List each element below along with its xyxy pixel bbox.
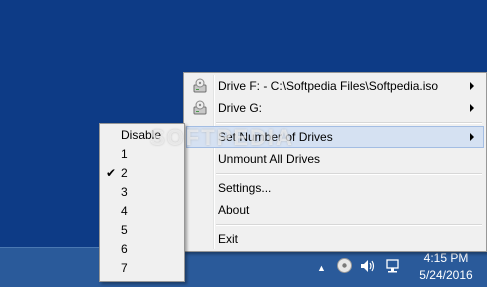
menu-item-label: Drive F: - C:\Softpedia Files\Softpedia.… xyxy=(218,79,439,93)
checkmark-icon: ✔ xyxy=(106,166,117,180)
menu-separator xyxy=(216,173,482,175)
volume-icon[interactable] xyxy=(360,259,376,273)
menu-separator xyxy=(216,224,482,226)
menu-item-set-number-of-drives[interactable]: Set Number of Drives xyxy=(186,126,484,148)
submenu-item-label: 1 xyxy=(121,147,128,161)
submenu-item-2[interactable]: ✔ 2 xyxy=(102,164,182,183)
show-hidden-icons-arrow[interactable]: ▲ xyxy=(317,262,326,274)
menu-item-about[interactable]: About xyxy=(186,199,484,221)
menu-item-exit[interactable]: Exit xyxy=(186,228,484,250)
menu-item-label: Settings... xyxy=(218,181,272,195)
menu-item-drive-f[interactable]: Drive F: - C:\Softpedia Files\Softpedia.… xyxy=(186,75,484,97)
submenu-arrow-icon xyxy=(470,133,474,141)
menu-item-drive-g[interactable]: Drive G: xyxy=(186,97,484,119)
submenu-item-7[interactable]: 7 xyxy=(102,259,182,278)
submenu-item-label: Disable xyxy=(121,128,162,142)
drive-icon xyxy=(192,78,208,94)
network-icon[interactable] xyxy=(385,258,401,274)
clock-date: 5/24/2016 xyxy=(419,268,473,282)
clock[interactable]: 4:15 PM 5/24/2016 xyxy=(410,250,482,284)
submenu-item-5[interactable]: 5 xyxy=(102,221,182,240)
menu-separator xyxy=(216,122,482,124)
virtual-drive-tray-icon[interactable] xyxy=(337,258,352,273)
tray-context-menu: Drive F: - C:\Softpedia Files\Softpedia.… xyxy=(183,72,487,252)
submenu-item-3[interactable]: 3 xyxy=(102,183,182,202)
number-of-drives-submenu: Disable 1 ✔ 2 3 4 5 6 7 xyxy=(99,123,185,282)
menu-item-label: Unmount All Drives xyxy=(218,152,321,166)
submenu-item-label: 3 xyxy=(121,185,128,199)
menu-item-label: About xyxy=(218,203,250,217)
menu-item-label: Set Number of Drives xyxy=(218,130,333,144)
submenu-arrow-icon xyxy=(470,82,474,90)
submenu-item-4[interactable]: 4 xyxy=(102,202,182,221)
menu-item-label: Drive G: xyxy=(218,101,263,115)
menu-item-settings[interactable]: Settings... xyxy=(186,177,484,199)
submenu-item-disable[interactable]: Disable xyxy=(102,126,182,145)
submenu-item-label: 4 xyxy=(121,204,128,218)
submenu-item-6[interactable]: 6 xyxy=(102,240,182,259)
submenu-arrow-icon xyxy=(470,104,474,112)
menu-item-label: Exit xyxy=(218,232,239,246)
submenu-item-1[interactable]: 1 xyxy=(102,145,182,164)
submenu-item-label: 7 xyxy=(121,261,128,275)
submenu-item-label: 5 xyxy=(121,223,128,237)
submenu-item-label: 2 xyxy=(121,166,128,180)
menu-item-unmount-all-drives[interactable]: Unmount All Drives xyxy=(186,148,484,170)
submenu-item-label: 6 xyxy=(121,242,128,256)
drive-icon xyxy=(192,100,208,116)
clock-time: 4:15 PM xyxy=(423,251,469,265)
